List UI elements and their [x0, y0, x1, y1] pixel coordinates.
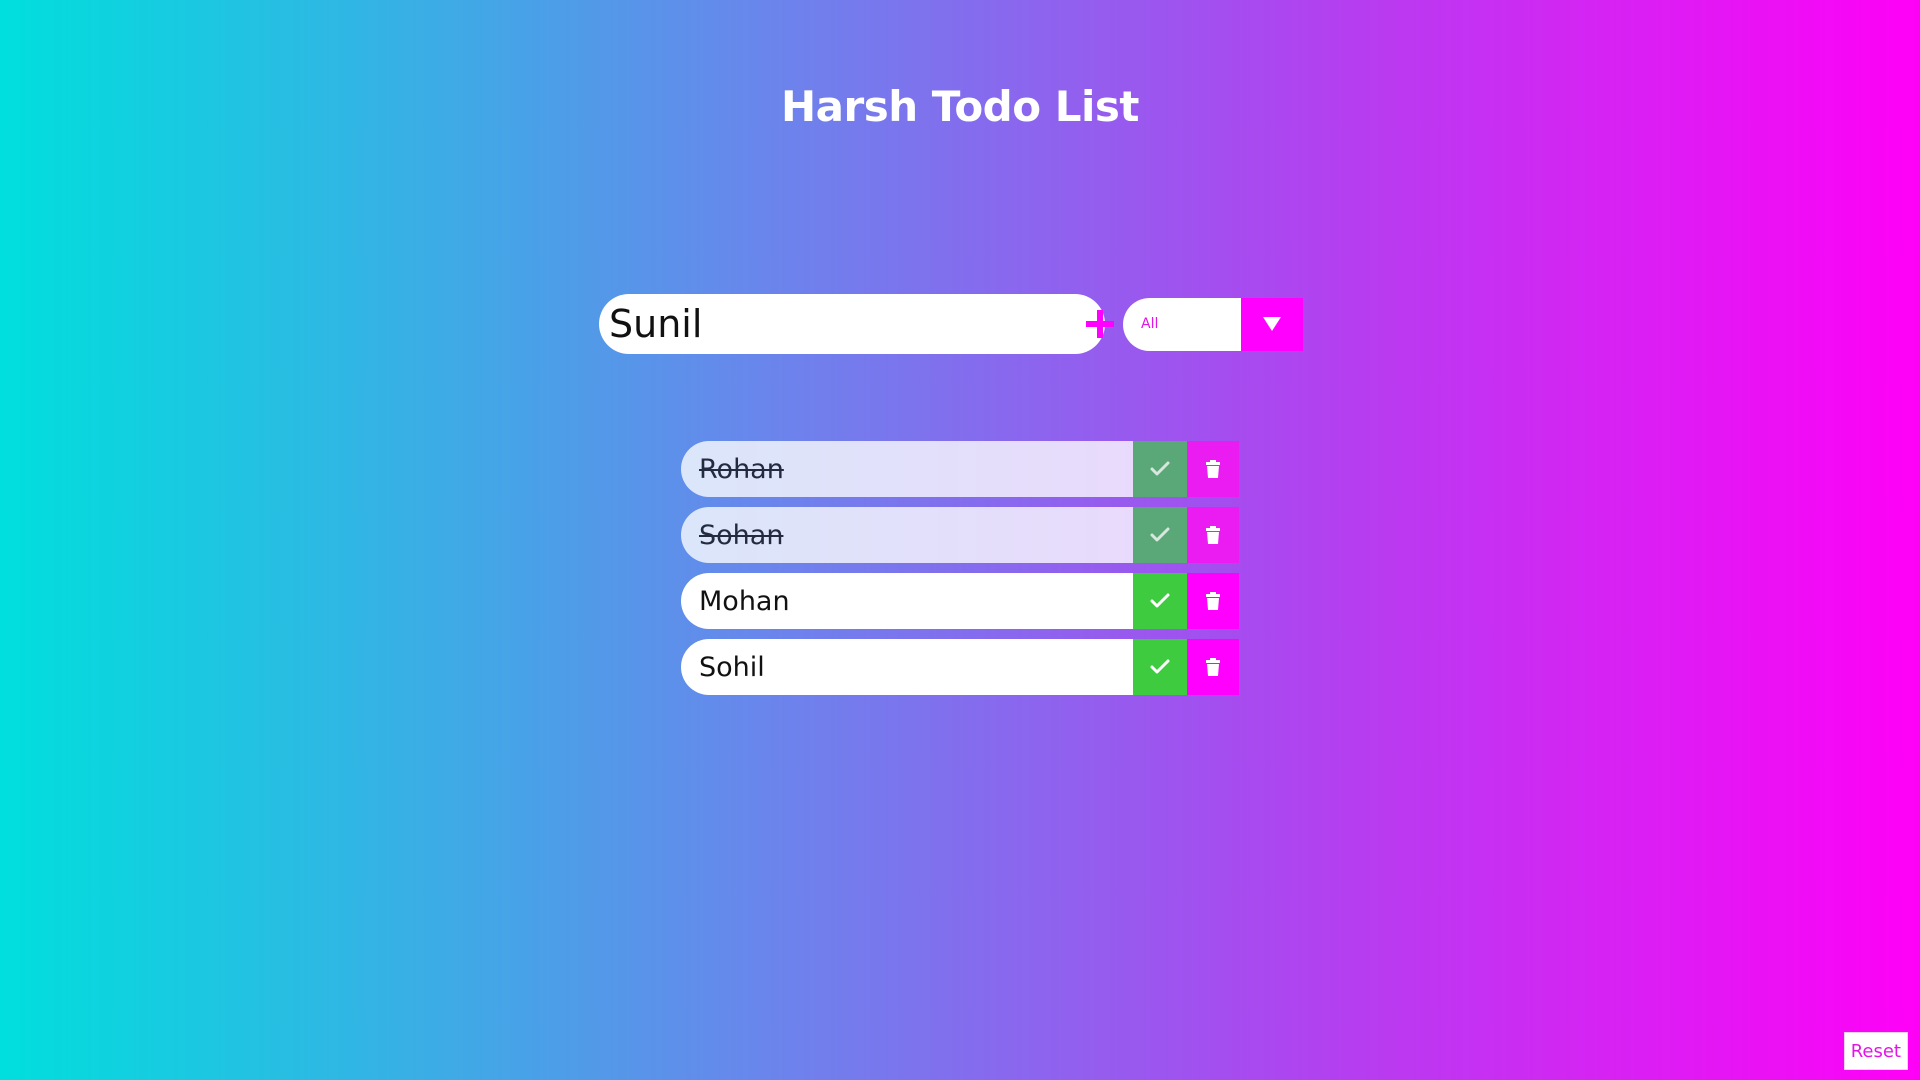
todo-item-text: Mohan [681, 573, 1133, 629]
check-icon [1150, 659, 1170, 674]
complete-button[interactable] [1133, 639, 1187, 695]
trash-icon [1206, 526, 1220, 544]
todo-item-text: Rohan [681, 441, 1133, 497]
todo-item-text: Sohil [681, 639, 1133, 695]
caret-down-icon [1263, 317, 1281, 331]
delete-button[interactable] [1187, 573, 1239, 629]
complete-button[interactable] [1133, 441, 1187, 497]
delete-button[interactable] [1187, 507, 1239, 563]
todo-form: All [599, 294, 1303, 354]
filter-dropdown-button[interactable] [1241, 297, 1303, 351]
todo-item: Sohan [681, 507, 1239, 563]
delete-button[interactable] [1187, 639, 1239, 695]
todo-item-text: Sohan [681, 507, 1133, 563]
add-todo-button[interactable] [1082, 300, 1118, 348]
delete-button[interactable] [1187, 441, 1239, 497]
reset-button[interactable]: Reset [1843, 1032, 1908, 1070]
complete-button[interactable] [1133, 573, 1187, 629]
todo-item: Rohan [681, 441, 1239, 497]
page-title: Harsh Todo List [781, 82, 1139, 131]
check-icon [1150, 527, 1170, 542]
todo-input-wrapper [599, 294, 1114, 354]
todo-input[interactable] [609, 296, 1082, 352]
filter-select[interactable]: All [1123, 297, 1303, 351]
complete-button[interactable] [1133, 507, 1187, 563]
todo-list: Rohan Sohan Mohan Sohil [681, 441, 1239, 705]
trash-icon [1206, 658, 1220, 676]
todo-item: Mohan [681, 573, 1239, 629]
todo-item: Sohil [681, 639, 1239, 695]
filter-selected-value[interactable]: All [1123, 298, 1241, 351]
plus-icon [1086, 310, 1114, 338]
trash-icon [1206, 592, 1220, 610]
check-icon [1150, 593, 1170, 608]
trash-icon [1206, 460, 1220, 478]
check-icon [1150, 461, 1170, 476]
